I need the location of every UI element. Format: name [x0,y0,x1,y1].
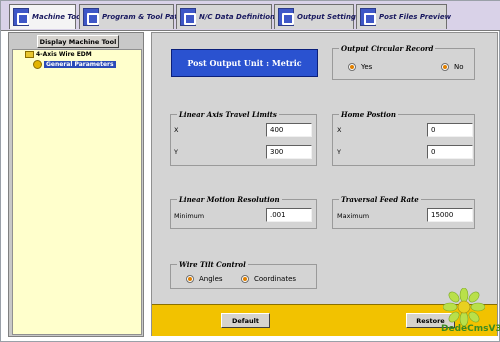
tab-label: Machine Tool [32,13,84,21]
default-button[interactable]: Default [221,313,270,328]
nc-data-icon [180,8,196,26]
wire-tilt-angles-label: Angles [199,275,223,283]
tab-program-tool-path[interactable]: Program & Tool Path [79,4,183,29]
wire-tilt-coordinates-label: Coordinates [254,275,297,283]
circular-no-radio[interactable] [441,63,449,71]
tab-label: Output Settings [297,13,361,21]
traversal-label: Maximum [337,212,370,220]
home-x-label: X [337,126,342,134]
group-title: Linear Motion Resolution [177,195,282,204]
display-machine-tool-button[interactable]: Display Machine Tool [37,35,119,48]
tab-label: Post Files Preview [379,13,452,21]
gear-icon [33,60,42,69]
circular-yes-label: Yes [361,63,373,71]
post-output-unit-label: Post Output Unit : Metric [171,49,318,77]
linear-x-input[interactable]: 400 [266,123,312,137]
tab-label: Program & Tool Path [102,13,183,21]
home-y-label: Y [337,148,341,156]
tool-path-icon [83,8,99,26]
circular-no-label: No [454,63,464,71]
watermark-text: DedeCmsV3 [441,324,500,334]
wire-tilt-coordinates-radio[interactable] [241,275,249,283]
home-x-input[interactable]: 0 [427,123,473,137]
machine-tool-icon [13,8,29,26]
group-title: Traversal Feed Rate [339,195,421,204]
post-files-icon [360,8,376,26]
tree-root-node[interactable]: 4-Axis Wire EDM [25,51,92,58]
output-settings-icon [278,8,294,26]
linear-y-input[interactable]: 300 [266,145,312,159]
folder-icon [25,51,34,58]
tab-nc-data-definitions[interactable]: N/C Data Definitions [176,4,279,29]
tab-label: N/C Data Definitions [199,13,280,21]
resolution-label: Minimum [174,212,205,220]
home-y-input[interactable]: 0 [427,145,473,159]
linear-y-label: Y [174,148,178,156]
wire-tilt-angles-radio[interactable] [186,275,194,283]
parameter-tree [12,49,142,335]
traversal-input[interactable]: 15000 [427,208,473,222]
tab-post-files-preview[interactable]: Post Files Preview [356,4,451,29]
tab-bar: Machine Tool Program & Tool Path N/C Dat… [1,1,500,31]
group-title: Home Postion [339,110,398,119]
circular-yes-radio[interactable] [348,63,356,71]
tab-output-settings[interactable]: Output Settings [274,4,360,29]
window: Machine Tool Program & Tool Path N/C Dat… [0,0,500,342]
resolution-input[interactable]: .001 [266,208,312,222]
tree-child-node[interactable]: General Parameters [33,60,116,69]
group-title: Output Circular Record [339,44,436,53]
linear-x-label: X [174,126,179,134]
flower-watermark-icon [443,288,485,326]
group-title: Wire Tilt Control [177,260,248,269]
tab-machine-tool[interactable]: Machine Tool [9,4,83,29]
tree-child-label: General Parameters [44,61,116,68]
tree-root-label: 4-Axis Wire EDM [36,51,92,58]
group-title: Linear Axis Travel Limits [177,110,279,119]
